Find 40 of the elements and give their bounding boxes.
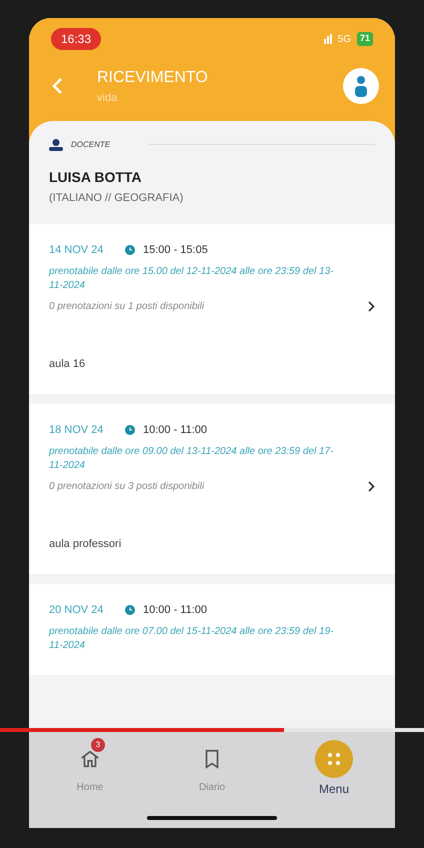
slot-card[interactable]: 20 NOV 24 10:00 - 11:00 prenotabile dalle ore 07.00 del 15-11-2024 alle ore 23:59 del 19-11-2024 xyxy=(29,584,395,674)
slot-card[interactable]: 14 NOV 24 15:00 - 15:05 prenotabile dalle ore 15.00 del 12-11-2024 alle ore 23:59 del 13-11-2024 0 prenotazioni su 1 posti disponibili aula 16 xyxy=(29,224,395,394)
clock-icon xyxy=(125,605,135,616)
slot-date: 20 NOV 24 xyxy=(49,603,104,618)
availability-text: 0 prenotazioni su 1 posti disponibili xyxy=(49,300,204,314)
battery-indicator: 71 xyxy=(356,32,373,46)
booking-window: prenotabile dalle ore 09.00 del 13-11-2024 alle ore 23:59 del 17-11-2024 xyxy=(49,444,375,472)
notification-badge: 3 xyxy=(91,738,105,752)
slot-time: 15:00 - 15:05 xyxy=(143,243,208,258)
chevron-right-icon xyxy=(368,480,375,492)
network-label: 5G xyxy=(338,32,351,46)
status-time: 16:33 xyxy=(51,28,102,50)
chevron-right-icon xyxy=(368,300,375,312)
profile-button[interactable] xyxy=(343,68,379,104)
room-label: aula 16 xyxy=(49,356,86,372)
slot-date: 18 NOV 24 xyxy=(49,423,104,438)
grid-icon xyxy=(326,751,342,767)
slot-time: 10:00 - 11:00 xyxy=(143,423,208,438)
signal-icon xyxy=(324,34,332,44)
slot-time: 10:00 - 11:00 xyxy=(143,603,208,618)
section-label: DOCENTE xyxy=(71,138,110,150)
page-subtitle: vida xyxy=(97,91,118,106)
availability-text: 0 prenotazioni su 3 posti disponibili xyxy=(49,480,204,494)
nav-tab[interactable]: Menu xyxy=(289,740,379,798)
booking-window: prenotabile dalle ore 15.00 del 12-11-2024 alle ore 23:59 del 13-11-2024 xyxy=(49,264,375,292)
booking-window: prenotabile dalle ore 07.00 del 15-11-2024 alle ore 23:59 del 19-11-2024 xyxy=(49,624,375,652)
clock-icon xyxy=(125,425,135,436)
teacher-name: LUISA BOTTA xyxy=(49,168,143,186)
page-title: RICEVIMENTO xyxy=(97,68,209,88)
nav-tab[interactable]: 3 Home xyxy=(45,740,135,795)
clock-icon xyxy=(125,245,135,256)
video-progress-track[interactable] xyxy=(0,728,424,732)
teacher-subjects: (ITALIANO // GEOGRAFIA) xyxy=(49,190,184,206)
room-label: aula professori xyxy=(49,536,122,552)
back-icon xyxy=(51,77,63,96)
slot-card[interactable]: 18 NOV 24 10:00 - 11:00 prenotabile dalle ore 09.00 del 13-11-2024 alle ore 23:59 del 17-11-2024 0 prenotazioni su 3 posti disponibili aula professori xyxy=(29,404,395,574)
slot-date: 14 NOV 24 xyxy=(49,243,104,258)
home-icon xyxy=(79,748,101,770)
person-icon xyxy=(49,138,63,150)
person-icon xyxy=(354,75,368,98)
